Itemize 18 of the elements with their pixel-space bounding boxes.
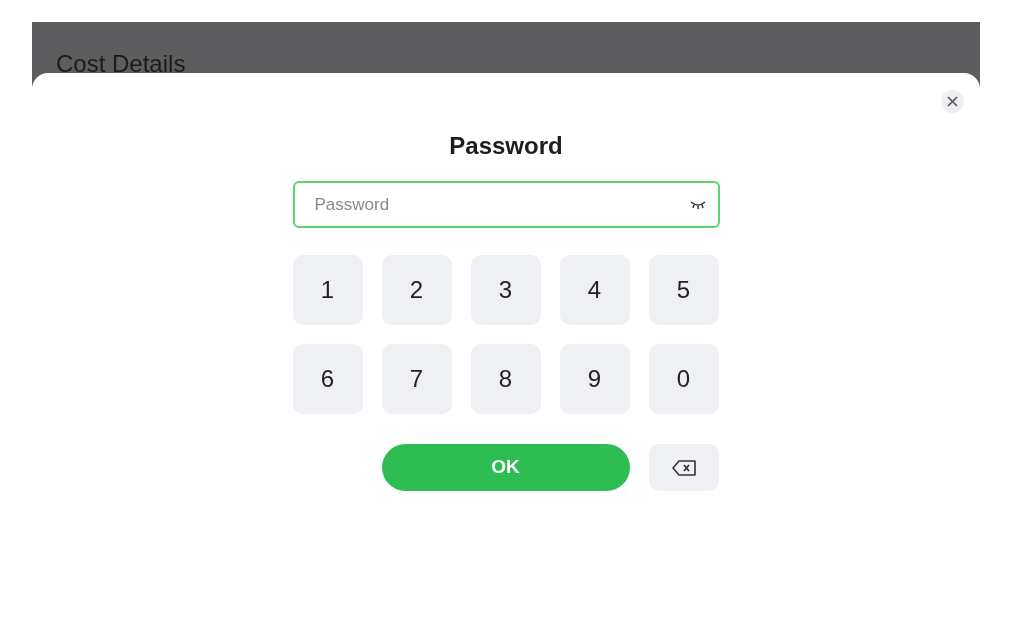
backspace-icon bbox=[670, 459, 697, 476]
digit-key[interactable]: 0 bbox=[648, 344, 719, 414]
backspace-button[interactable] bbox=[648, 444, 719, 491]
digit-key[interactable]: 9 bbox=[559, 344, 630, 414]
digit-key[interactable]: 4 bbox=[559, 255, 630, 325]
digit-key[interactable]: 8 bbox=[470, 344, 541, 414]
close-button[interactable] bbox=[941, 90, 964, 113]
page-title: Cost Details bbox=[56, 50, 186, 79]
dialog-title: Password bbox=[449, 131, 563, 161]
digit-key[interactable]: 5 bbox=[648, 255, 719, 325]
digit-key[interactable]: 1 bbox=[292, 255, 363, 325]
digit-key[interactable]: 6 bbox=[292, 344, 363, 414]
password-field[interactable]: Password bbox=[292, 181, 720, 228]
digit-key[interactable]: 3 bbox=[470, 255, 541, 325]
digit-key[interactable]: 7 bbox=[381, 344, 452, 414]
digit-key[interactable]: 2 bbox=[381, 255, 452, 325]
eye-closed-icon bbox=[689, 201, 706, 209]
close-icon bbox=[947, 96, 958, 107]
